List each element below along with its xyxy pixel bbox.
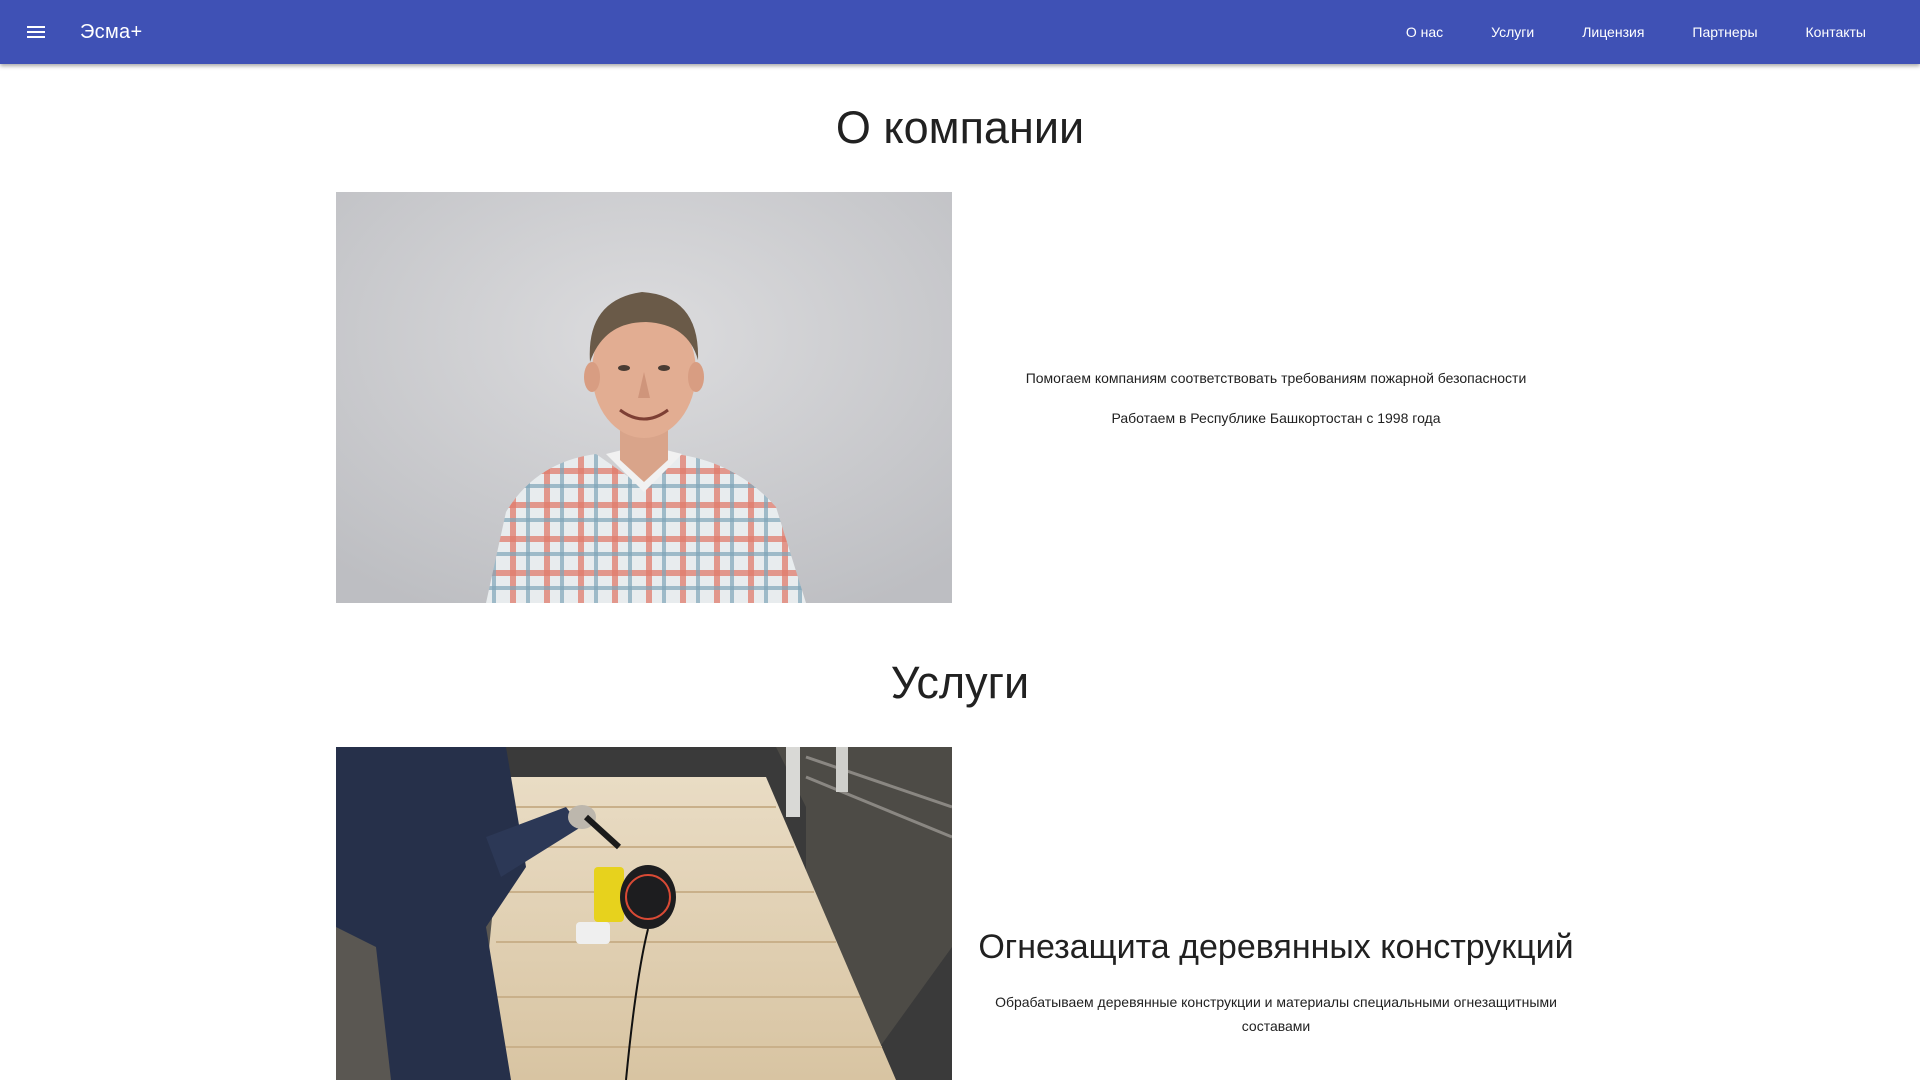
menu-button[interactable]: [20, 16, 52, 48]
service-heading: Огнезащита деревянных конструкций: [978, 928, 1574, 966]
menu-icon: [24, 20, 48, 44]
about-title: О компании: [835, 102, 1085, 153]
nav-item-license[interactable]: Лицензия: [1558, 0, 1668, 64]
nav-item-contacts[interactable]: Контакты: [1782, 0, 1890, 64]
brand-title[interactable]: Эсма+: [80, 0, 142, 64]
service-card-text: Огнезащита деревянных конструкций Обраба…: [952, 920, 1600, 1038]
nav-item-about[interactable]: О нас: [1382, 0, 1467, 64]
app-bar: Эсма+ О нас Услуги Лицензия Партнеры Кон…: [0, 0, 1920, 64]
about-line-1: Помогаем компаниям соответствовать требо…: [1025, 369, 1527, 386]
nav-item-services[interactable]: Услуги: [1467, 0, 1558, 64]
about-line-2: Работаем в Республике Башкортостан с 199…: [1111, 409, 1441, 426]
about-photo: [336, 192, 952, 603]
nav-item-partners[interactable]: Партнеры: [1668, 0, 1781, 64]
main-nav: О нас Услуги Лицензия Партнеры Контакты: [1382, 0, 1890, 64]
service-description: Обрабатываем деревянные конструкции и ма…: [995, 994, 1557, 1034]
service-photo: [336, 747, 952, 1080]
about-text: Помогаем компаниям соответствовать требо…: [952, 192, 1600, 603]
services-title: Услуги: [890, 657, 1030, 708]
